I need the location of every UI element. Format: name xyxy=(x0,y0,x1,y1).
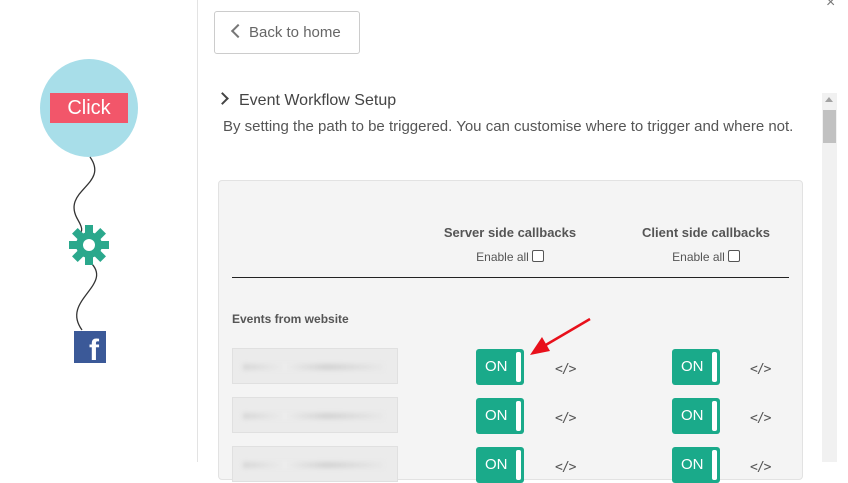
back-label: Back to home xyxy=(249,24,341,41)
back-to-home-button[interactable]: Back to home xyxy=(214,11,360,54)
client-toggle[interactable]: ON xyxy=(672,398,720,434)
connector-line xyxy=(73,156,96,233)
event-name-cell xyxy=(232,397,398,433)
arrow-shaft xyxy=(543,317,591,348)
section-description: By setting the path to be triggered. You… xyxy=(223,118,794,135)
connector-line xyxy=(76,261,98,331)
events-from-website-label: Events from website xyxy=(232,312,349,326)
blurred-event-name xyxy=(243,462,383,468)
gear-icon xyxy=(69,225,109,265)
event-name-cell xyxy=(232,348,398,384)
code-icon[interactable]: </> xyxy=(750,411,772,426)
server-toggle[interactable]: ON xyxy=(476,349,524,385)
annotation-arrow xyxy=(530,317,591,355)
code-icon[interactable]: </> xyxy=(750,362,772,377)
server-enable-all: Enable all xyxy=(430,250,590,264)
server-enable-all-checkbox[interactable] xyxy=(531,250,544,262)
enable-all-label: Enable all xyxy=(672,250,725,264)
scroll-thumb[interactable] xyxy=(823,110,836,143)
close-icon[interactable]: × xyxy=(826,0,835,12)
chevron-right-icon xyxy=(216,92,229,105)
toggle-knob xyxy=(712,450,717,480)
client-toggle[interactable]: ON xyxy=(672,447,720,483)
code-icon[interactable]: </> xyxy=(555,460,577,475)
toggle-label: ON xyxy=(681,358,704,375)
facebook-icon: f xyxy=(74,331,106,363)
click-label: Click xyxy=(50,93,128,123)
chevron-left-icon xyxy=(230,23,246,39)
client-enable-all: Enable all xyxy=(626,250,786,264)
toggle-label: ON xyxy=(485,456,508,473)
toggle-knob xyxy=(516,401,521,431)
client-enable-all-checkbox[interactable] xyxy=(727,250,740,262)
vertical-scrollbar[interactable] xyxy=(822,93,837,462)
client-callbacks-header: Client side callbacks xyxy=(642,225,770,240)
toggle-knob xyxy=(516,450,521,480)
section-title: Event Workflow Setup xyxy=(239,92,397,109)
enable-all-label: Enable all xyxy=(476,250,529,264)
event-name-cell xyxy=(232,446,398,482)
blurred-event-name xyxy=(243,413,383,419)
client-toggle[interactable]: ON xyxy=(672,349,720,385)
toggle-label: ON xyxy=(681,407,704,424)
toggle-label: ON xyxy=(681,456,704,473)
toggle-knob xyxy=(712,401,717,431)
toggle-label: ON xyxy=(485,358,508,375)
server-toggle[interactable]: ON xyxy=(476,447,524,483)
header-divider xyxy=(232,277,789,278)
panel-divider xyxy=(197,0,198,462)
section-toggle[interactable]: Event Workflow Setup xyxy=(216,92,397,110)
code-icon[interactable]: </> xyxy=(555,411,577,426)
workflow-illustration: Click f xyxy=(0,0,197,462)
server-callbacks-header: Server side callbacks xyxy=(443,225,577,240)
code-icon[interactable]: </> xyxy=(750,460,772,475)
scroll-up-icon[interactable] xyxy=(825,97,833,102)
arrow-head xyxy=(530,337,550,355)
toggle-knob xyxy=(712,352,717,382)
server-toggle[interactable]: ON xyxy=(476,398,524,434)
workflow-diagram xyxy=(40,59,138,331)
blurred-event-name xyxy=(243,364,383,370)
toggle-label: ON xyxy=(485,407,508,424)
events-table: Server side callbacks Enable all Client … xyxy=(218,180,803,483)
